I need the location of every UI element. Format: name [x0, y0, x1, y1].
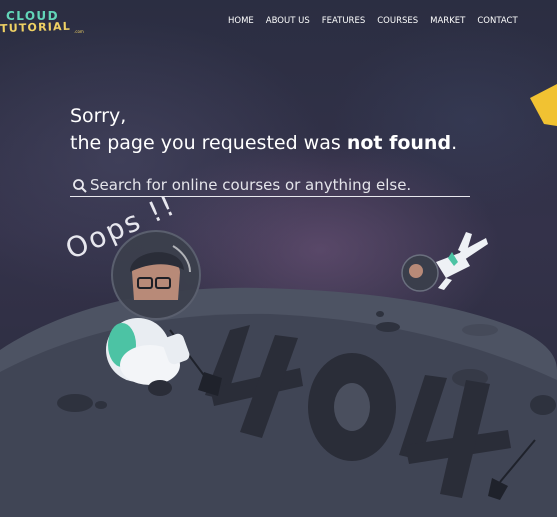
- nav-item-courses[interactable]: COURSES: [377, 16, 418, 26]
- not-found-page: CLOUD TUTORIAL .com HOME ABOUT US FEATUR…: [0, 0, 557, 517]
- main-nav: HOME ABOUT US FEATURES COURSES MARKET CO…: [228, 16, 530, 26]
- nav-item-contact[interactable]: CONTACT: [477, 16, 517, 26]
- message-line-not-found: the page you requested was not found.: [70, 130, 457, 157]
- message-line-sorry: Sorry,: [70, 105, 127, 127]
- not-found-message: Sorry, the page you requested was not fo…: [70, 103, 457, 157]
- floating-astronaut: [401, 232, 488, 292]
- search-input[interactable]: [90, 174, 468, 196]
- nav-item-about-us[interactable]: ABOUT US: [266, 16, 310, 26]
- search-icon[interactable]: [72, 178, 88, 194]
- logo-text-tutorial: TUTORIAL: [0, 19, 72, 36]
- nav-item-market[interactable]: MARKET: [430, 16, 465, 26]
- message-emphasis: not found: [346, 132, 452, 154]
- nav-item-features[interactable]: FEATURES: [322, 16, 366, 26]
- search-bar: [70, 174, 470, 197]
- logo-text-domain: .com: [74, 29, 84, 34]
- message-period: .: [451, 132, 458, 154]
- message-text: the page you requested was: [70, 132, 347, 154]
- brand-logo[interactable]: CLOUD TUTORIAL .com: [0, 9, 90, 43]
- yellow-shape: [530, 84, 557, 126]
- nav-item-home[interactable]: HOME: [228, 16, 254, 26]
